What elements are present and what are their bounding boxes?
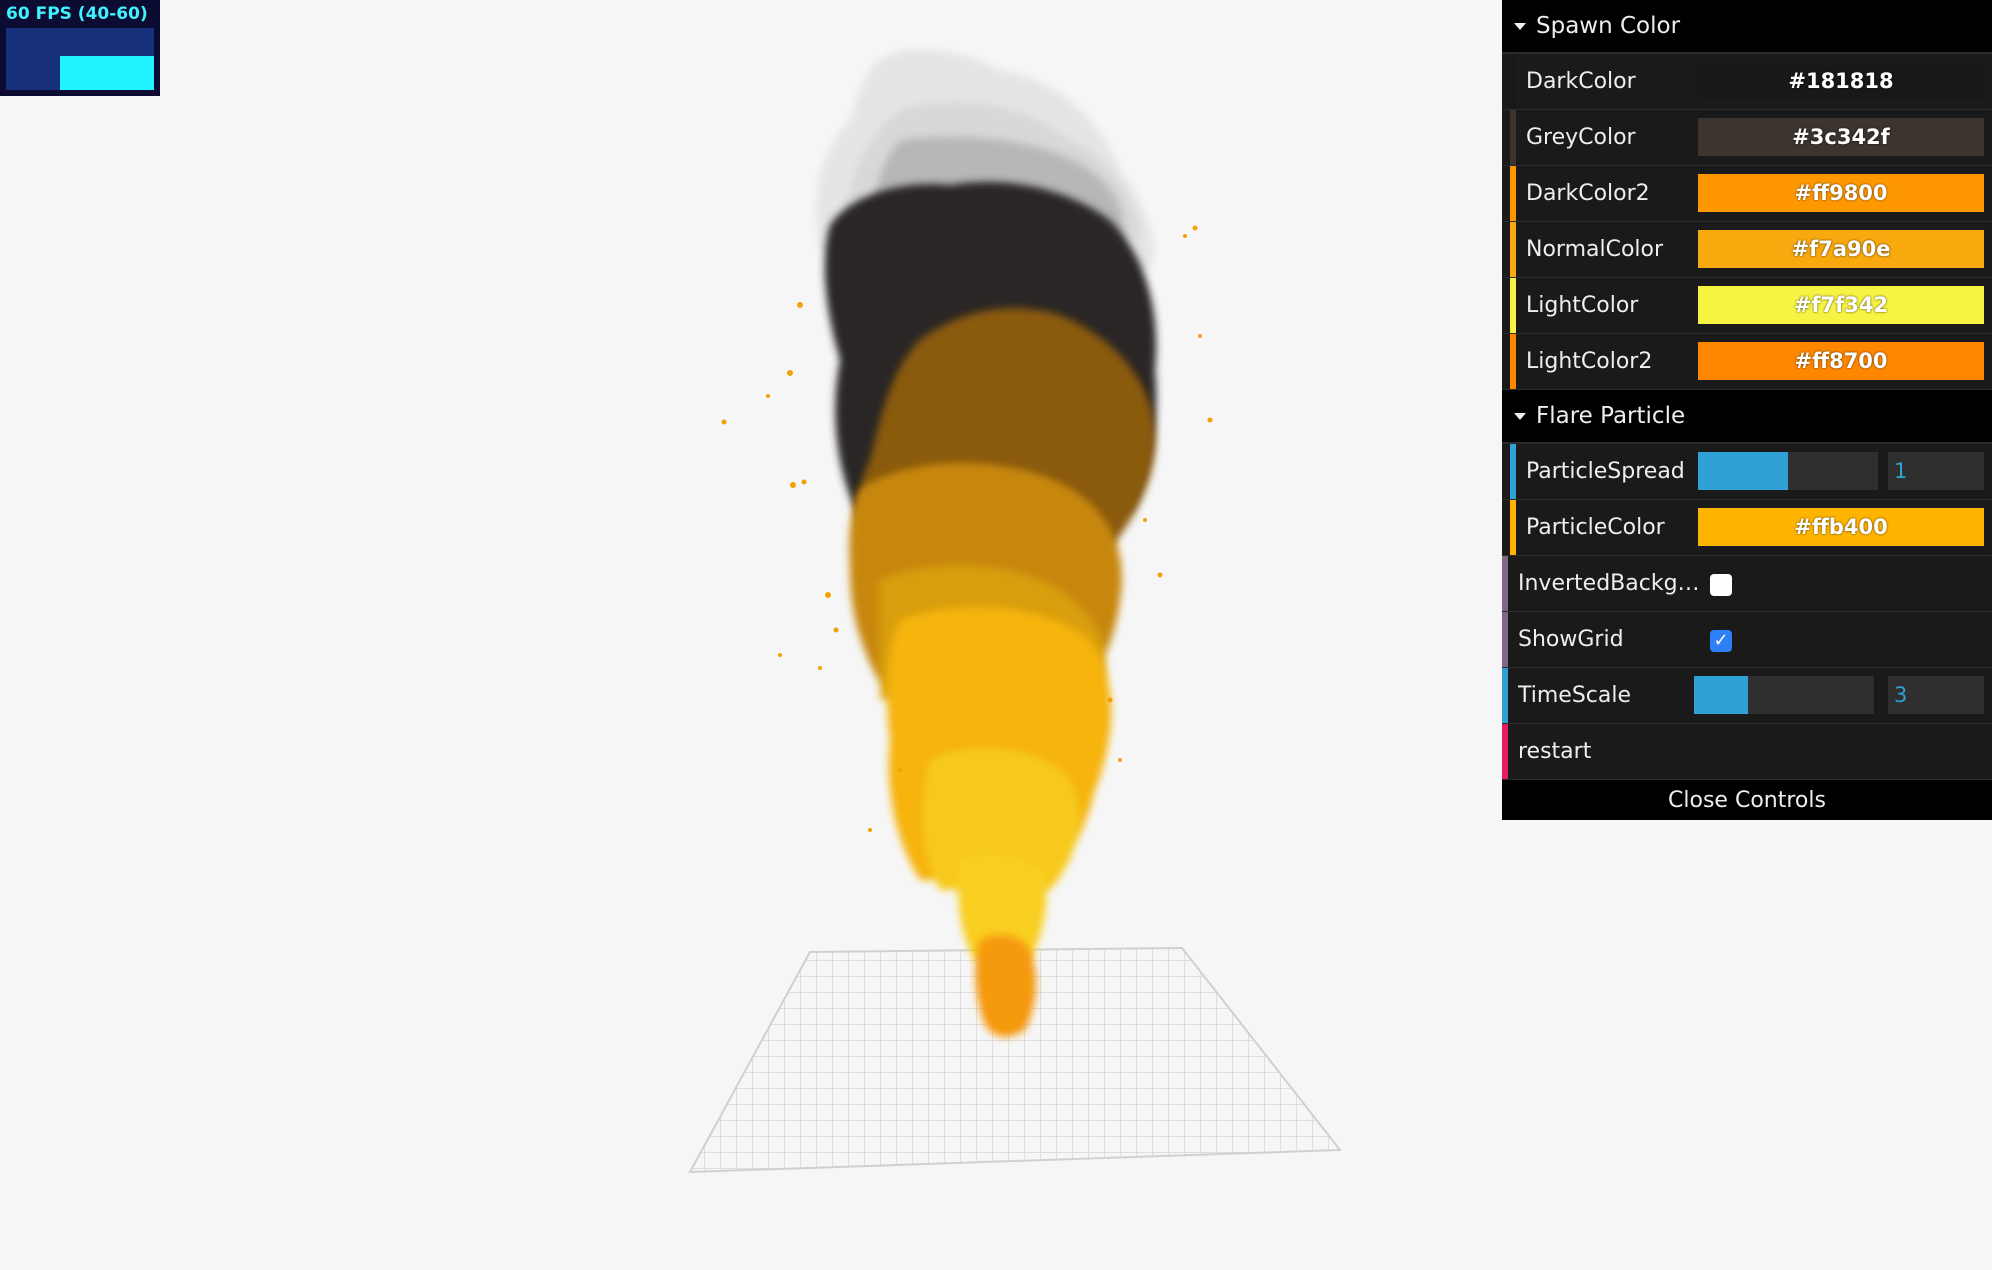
control-grey-color: GreyColor #3c342f xyxy=(1502,110,1992,166)
control-normal-color: NormalColor #f7a90e xyxy=(1502,222,1992,278)
color-swatch-particle[interactable]: #ffb400 xyxy=(1698,508,1984,546)
control-time-scale: TimeScale 3 xyxy=(1502,668,1992,724)
particle-spread-input[interactable]: 1 xyxy=(1888,452,1984,490)
control-label: ShowGrid xyxy=(1518,627,1624,652)
controls-panel: Spawn Color DarkColor #181818 GreyColor … xyxy=(1502,0,1992,820)
control-label: DarkColor2 xyxy=(1526,181,1650,206)
inverted-background-checkbox[interactable] xyxy=(1710,574,1732,596)
fps-graph xyxy=(6,28,154,90)
folder-title-label: Flare Particle xyxy=(1536,403,1686,429)
control-label: InvertedBackgr… xyxy=(1518,571,1702,596)
row-accent-bar xyxy=(1502,556,1508,611)
row-accent-bar xyxy=(1510,110,1516,165)
particle-spread-slider[interactable] xyxy=(1698,452,1878,490)
fps-label: 60 FPS (40-60) xyxy=(6,4,148,24)
control-label: GreyColor xyxy=(1526,125,1636,150)
checkmark-icon: ✓ xyxy=(1713,630,1729,651)
chevron-down-icon xyxy=(1514,22,1526,30)
folder-spawn-color[interactable]: Spawn Color xyxy=(1502,0,1992,54)
show-grid-checkbox[interactable]: ✓ xyxy=(1710,630,1732,652)
color-swatch-grey[interactable]: #3c342f xyxy=(1698,118,1984,156)
control-label: DarkColor xyxy=(1526,69,1636,94)
time-scale-slider[interactable] xyxy=(1694,676,1874,714)
flame-yellow xyxy=(887,606,1112,960)
control-particle-color: ParticleColor #ffb400 xyxy=(1502,500,1992,556)
color-swatch-normal[interactable]: #f7a90e xyxy=(1698,230,1984,268)
control-label: LightColor2 xyxy=(1526,349,1653,374)
color-swatch-dark[interactable]: #181818 xyxy=(1698,62,1984,100)
control-inverted-background: InvertedBackgr… xyxy=(1502,556,1992,612)
row-accent-bar xyxy=(1510,444,1516,499)
slider-fill xyxy=(1698,452,1788,490)
row-accent-bar xyxy=(1502,612,1508,667)
row-accent-bar xyxy=(1510,334,1516,389)
restart-label: restart xyxy=(1518,739,1592,764)
row-accent-bar xyxy=(1510,500,1516,555)
color-swatch-dark-2[interactable]: #ff9800 xyxy=(1698,174,1984,212)
row-accent-bar xyxy=(1510,278,1516,333)
control-label: NormalColor xyxy=(1526,237,1664,262)
control-light-color: LightColor #f7f342 xyxy=(1502,278,1992,334)
control-dark-color-2: DarkColor2 #ff9800 xyxy=(1502,166,1992,222)
control-label: ParticleSpread xyxy=(1526,459,1685,484)
close-controls-button[interactable]: Close Controls xyxy=(1502,780,1992,820)
row-accent-bar xyxy=(1510,54,1516,109)
control-show-grid: ShowGrid ✓ xyxy=(1502,612,1992,668)
row-accent-bar xyxy=(1510,222,1516,277)
fps-graph-bars xyxy=(60,56,154,90)
color-swatch-light-2[interactable]: #ff8700 xyxy=(1698,342,1984,380)
control-light-color-2: LightColor2 #ff8700 xyxy=(1502,334,1992,390)
flame-base xyxy=(975,935,1036,1037)
slider-fill xyxy=(1694,676,1748,714)
chevron-down-icon xyxy=(1514,412,1526,420)
fps-stats-panel[interactable]: 60 FPS (40-60) xyxy=(0,0,160,96)
control-dark-color: DarkColor #181818 xyxy=(1502,54,1992,110)
restart-button[interactable]: restart xyxy=(1502,724,1992,780)
row-accent-bar xyxy=(1502,724,1508,779)
row-accent-bar xyxy=(1510,166,1516,221)
folder-title-label: Spawn Color xyxy=(1536,13,1681,39)
row-accent-bar xyxy=(1502,668,1508,723)
time-scale-input[interactable]: 3 xyxy=(1888,676,1984,714)
control-label: TimeScale xyxy=(1518,683,1632,708)
control-label: LightColor xyxy=(1526,293,1639,318)
folder-flare-particle[interactable]: Flare Particle xyxy=(1502,390,1992,444)
color-swatch-light[interactable]: #f7f342 xyxy=(1698,286,1984,324)
control-label: ParticleColor xyxy=(1526,515,1665,540)
control-particle-spread: ParticleSpread 1 xyxy=(1502,444,1992,500)
